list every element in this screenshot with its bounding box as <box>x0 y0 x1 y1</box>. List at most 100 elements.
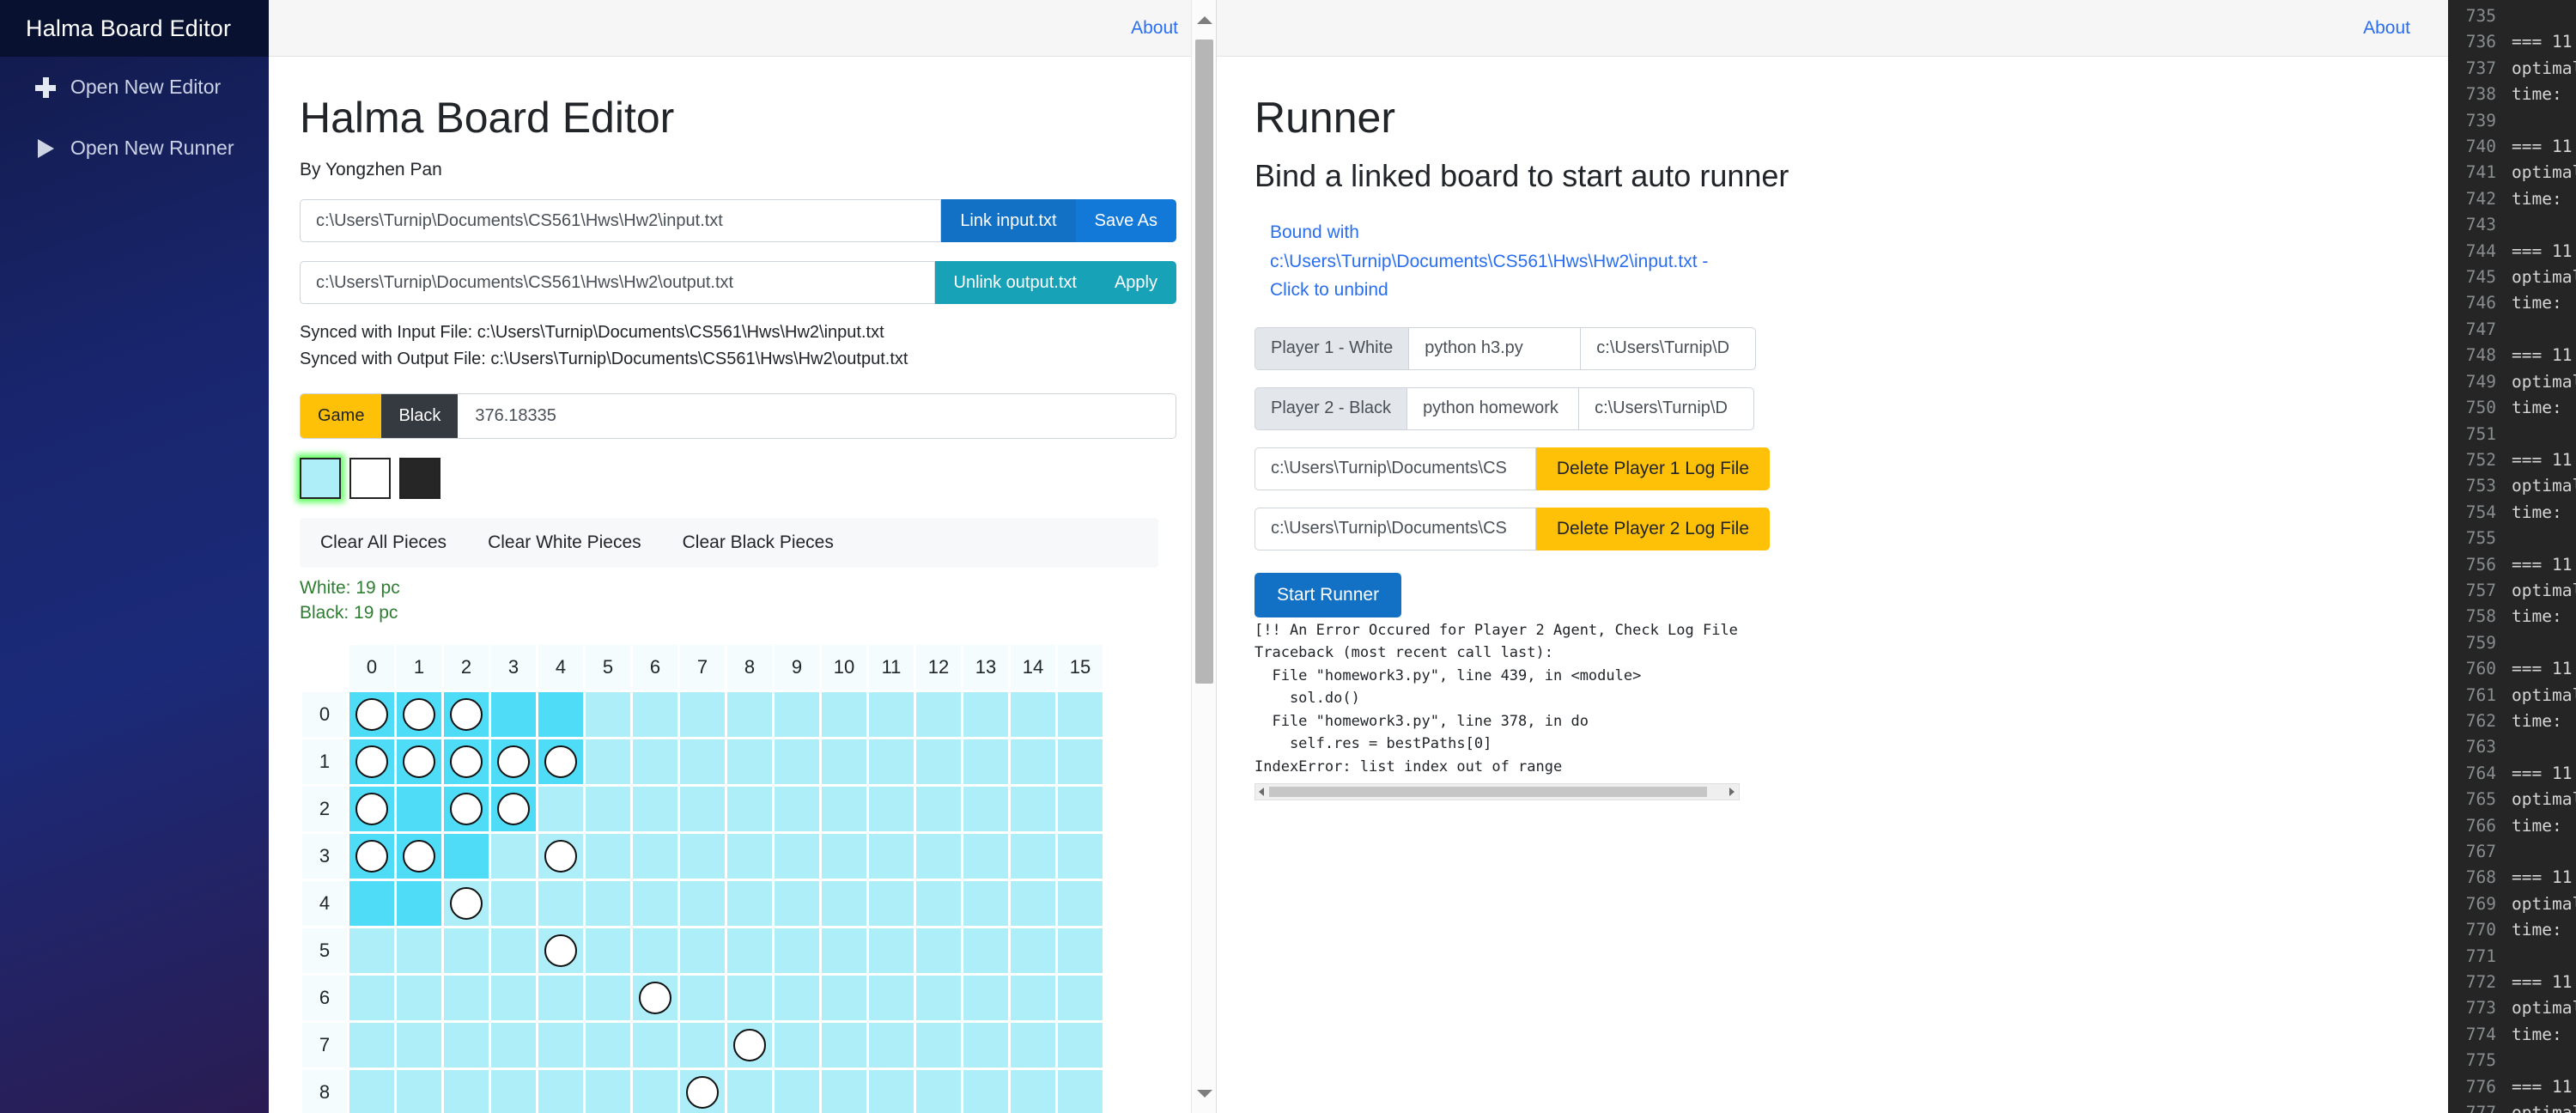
board-cell[interactable] <box>1058 739 1103 784</box>
board-cell[interactable] <box>869 1023 914 1067</box>
about-link[interactable]: About <box>1131 18 1178 39</box>
board-cell[interactable] <box>727 739 772 784</box>
board-cell[interactable] <box>633 1070 677 1113</box>
input-file-field[interactable] <box>300 199 941 242</box>
board-cell[interactable] <box>727 1070 772 1113</box>
white-piece[interactable] <box>403 698 435 731</box>
scroll-left-arrow-icon[interactable] <box>1259 788 1264 796</box>
board-cell[interactable] <box>1011 739 1055 784</box>
board-cell[interactable] <box>822 692 866 737</box>
white-piece[interactable] <box>450 745 483 778</box>
board-cell[interactable] <box>586 834 630 879</box>
bound-with-link[interactable]: Bound with c:\Users\Turnip\Documents\CS5… <box>1270 218 1751 305</box>
board-cell[interactable] <box>775 1023 819 1067</box>
board-cell[interactable] <box>822 739 866 784</box>
board-cell[interactable] <box>680 739 725 784</box>
board-cell[interactable] <box>869 1070 914 1113</box>
board-cell[interactable] <box>349 881 394 926</box>
board-cell[interactable] <box>727 692 772 737</box>
board-cell[interactable] <box>680 928 725 973</box>
log-console[interactable]: 735736=== 11:08:42.884 === Time Elapsed:… <box>2448 0 2576 1113</box>
board-cell[interactable] <box>491 928 536 973</box>
board-cell[interactable] <box>680 1070 725 1113</box>
board-cell[interactable] <box>586 976 630 1020</box>
board-cell[interactable] <box>349 834 394 879</box>
sidebar-item-open-new-editor[interactable]: Open New Editor <box>0 57 269 118</box>
scroll-right-arrow-icon[interactable] <box>1729 788 1735 796</box>
board-cell[interactable] <box>727 928 772 973</box>
unlink-output-button[interactable]: Unlink output.txt <box>935 261 1096 304</box>
board-cell[interactable] <box>397 834 441 879</box>
delete-player-1-log-button[interactable]: Delete Player 1 Log File <box>1536 447 1770 490</box>
board-cell[interactable] <box>869 881 914 926</box>
board-cell[interactable] <box>444 1070 489 1113</box>
board-cell[interactable] <box>586 692 630 737</box>
player-2-log-path-field[interactable] <box>1255 508 1536 550</box>
board-cell[interactable] <box>727 881 772 926</box>
board-cell[interactable] <box>963 1070 1008 1113</box>
board-cell[interactable] <box>727 976 772 1020</box>
board-cell[interactable] <box>633 928 677 973</box>
editor-vertical-scrollbar[interactable] <box>1191 0 1216 1113</box>
player-2-path-field[interactable] <box>1578 387 1754 430</box>
white-piece[interactable] <box>403 745 435 778</box>
board-cell[interactable] <box>586 928 630 973</box>
board-cell[interactable] <box>538 834 583 879</box>
board-cell[interactable] <box>349 1070 394 1113</box>
board-cell[interactable] <box>963 1023 1008 1067</box>
board-cell[interactable] <box>633 976 677 1020</box>
board-cell[interactable] <box>491 787 536 831</box>
board-cell[interactable] <box>680 976 725 1020</box>
white-piece[interactable] <box>544 745 577 778</box>
board-cell[interactable] <box>916 1070 961 1113</box>
white-piece[interactable] <box>639 982 671 1014</box>
clear-button-1[interactable]: Clear White Pieces <box>467 518 662 568</box>
board-cell[interactable] <box>397 1070 441 1113</box>
board-cell[interactable] <box>680 692 725 737</box>
board-cell[interactable] <box>538 928 583 973</box>
board-cell[interactable] <box>444 976 489 1020</box>
board-cell[interactable] <box>775 928 819 973</box>
board-cell[interactable] <box>1011 787 1055 831</box>
board-cell[interactable] <box>349 692 394 737</box>
white-piece[interactable] <box>497 745 530 778</box>
board-cell[interactable] <box>869 928 914 973</box>
board-cell[interactable] <box>349 787 394 831</box>
board-cell[interactable] <box>1011 834 1055 879</box>
board-cell[interactable] <box>633 692 677 737</box>
board-cell[interactable] <box>538 1023 583 1067</box>
swatch-empty-cyan[interactable] <box>300 458 341 499</box>
hscroll-thumb[interactable] <box>1269 787 1707 797</box>
board-cell[interactable] <box>775 692 819 737</box>
swatch-black-piece[interactable] <box>399 458 440 499</box>
board-cell[interactable] <box>586 787 630 831</box>
board-cell[interactable] <box>444 928 489 973</box>
board-cell[interactable] <box>822 928 866 973</box>
board-cell[interactable] <box>1058 1070 1103 1113</box>
link-input-button[interactable]: Link input.txt <box>941 199 1075 242</box>
board-cell[interactable] <box>680 881 725 926</box>
scroll-down-arrow-icon[interactable] <box>1192 1079 1217 1108</box>
board-cell[interactable] <box>586 739 630 784</box>
board-cell[interactable] <box>1011 928 1055 973</box>
board-cell[interactable] <box>775 1070 819 1113</box>
board-cell[interactable] <box>633 1023 677 1067</box>
board-cell[interactable] <box>822 1023 866 1067</box>
board-cell[interactable] <box>444 881 489 926</box>
board-cell[interactable] <box>1011 1070 1055 1113</box>
white-piece[interactable] <box>355 745 388 778</box>
board-cell[interactable] <box>349 976 394 1020</box>
board-cell[interactable] <box>822 834 866 879</box>
white-piece[interactable] <box>544 840 577 873</box>
swatch-white-piece[interactable] <box>349 458 391 499</box>
board-cell[interactable] <box>775 881 819 926</box>
board-cell[interactable] <box>822 881 866 926</box>
board-cell[interactable] <box>491 976 536 1020</box>
clear-button-0[interactable]: Clear All Pieces <box>300 518 467 568</box>
board-cell[interactable] <box>444 692 489 737</box>
board-cell[interactable] <box>822 787 866 831</box>
save-as-button[interactable]: Save As <box>1076 199 1176 242</box>
board-cell[interactable] <box>538 976 583 1020</box>
board-cell[interactable] <box>775 787 819 831</box>
board-cell[interactable] <box>397 928 441 973</box>
